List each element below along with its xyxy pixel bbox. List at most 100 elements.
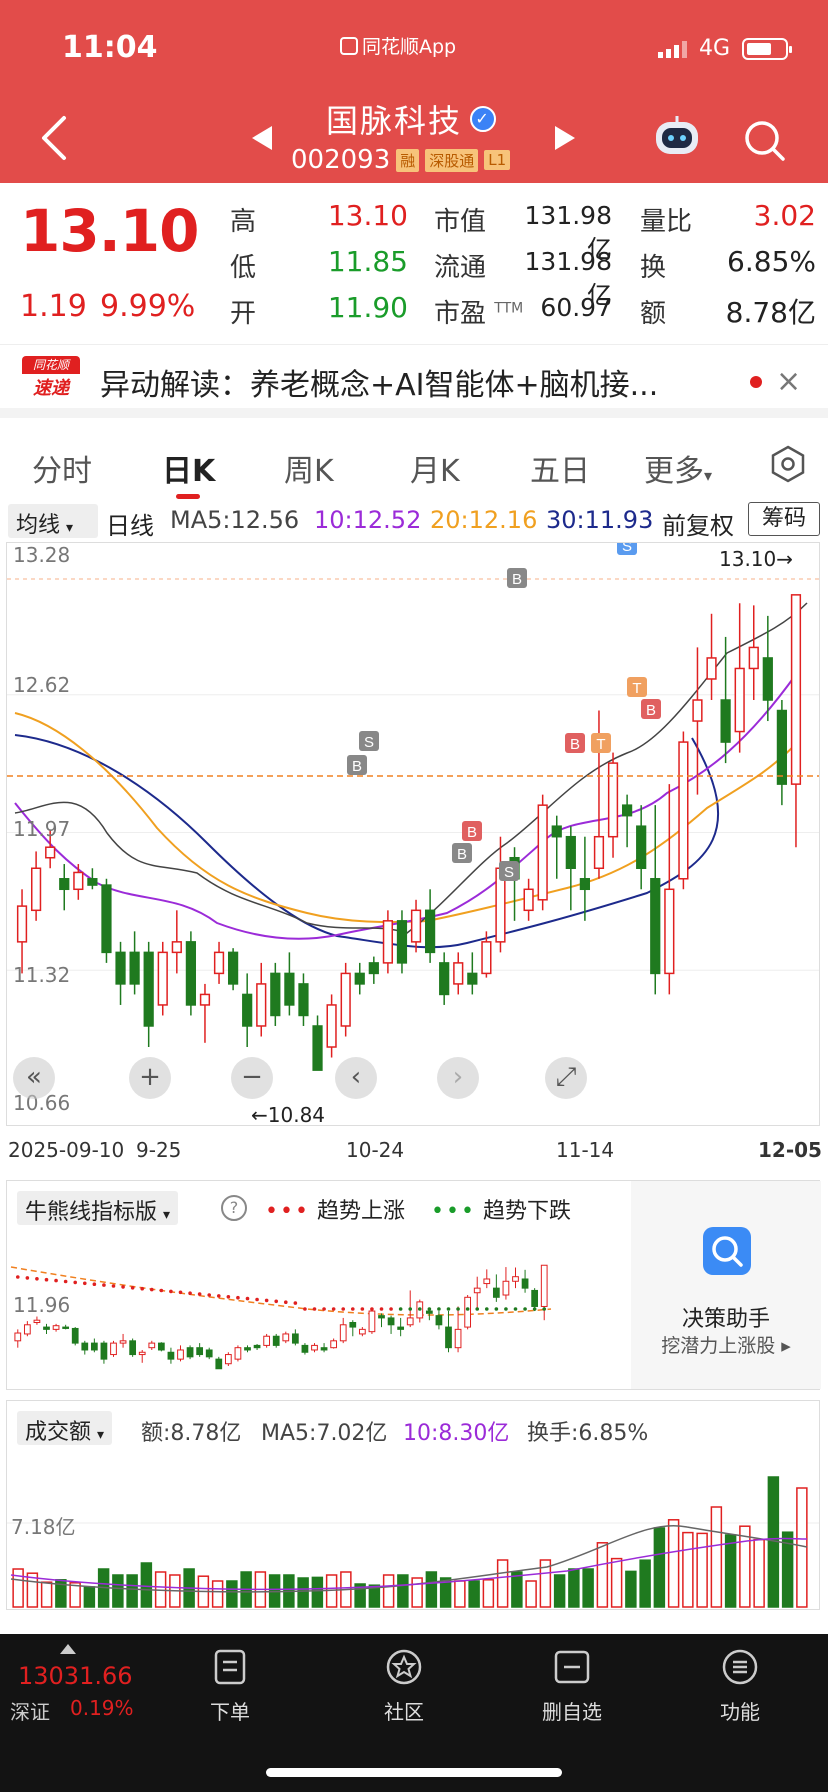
trend-dot	[293, 1301, 298, 1305]
home-indicator	[266, 1768, 562, 1777]
candle	[87, 878, 98, 886]
nav-functions[interactable]: 功能	[680, 1648, 800, 1725]
settings-icon[interactable]	[768, 444, 808, 484]
nav-remove-watchlist[interactable]: 删自选	[512, 1648, 632, 1725]
turnover-amount: 额:8.78亿	[141, 1421, 242, 1446]
collapse-left-icon[interactable]: «	[13, 1057, 55, 1099]
kline-chart[interactable]: B S S B B B S B T T B 13.28 12.62 11.97 …	[6, 535, 820, 1127]
status-app-label: 同花顺App	[340, 32, 456, 59]
tab-more[interactable]: 更多▾	[644, 446, 712, 490]
indicator-candle	[129, 1340, 137, 1356]
news-text[interactable]: 异动解读：养老概念+AI智能体+脑机接...	[100, 360, 658, 404]
candle	[30, 867, 42, 912]
scroll-right-icon[interactable]: ›	[437, 1057, 479, 1099]
svg-text:S: S	[364, 734, 374, 751]
scroll-left-icon[interactable]: ‹	[335, 1057, 377, 1099]
news-ticker[interactable]: 同花顺 速递 异动解读：养老概念+AI智能体+脑机接...	[0, 346, 828, 418]
status-app-text: 同花顺App	[362, 36, 457, 58]
adjust-label[interactable]: 前复权	[662, 506, 734, 541]
volume-bar	[126, 1574, 138, 1608]
indicator-candle	[320, 1347, 328, 1351]
turnover-panel[interactable]: 成交额 ▾ 额:8.78亿 MA5:7.02亿 10:8.30亿 换手:6.85%…	[6, 1400, 820, 1610]
menu-icon	[722, 1649, 758, 1685]
svg-text:B: B	[512, 571, 522, 588]
tab-five-day[interactable]: 五日	[530, 446, 590, 490]
indicator-candle	[311, 1344, 318, 1351]
help-icon[interactable]: ?	[221, 1195, 247, 1221]
volume-bar	[226, 1580, 238, 1608]
volume-bar	[411, 1577, 423, 1608]
fullscreen-icon[interactable]: ⤢	[545, 1057, 587, 1099]
decision-assistant-card[interactable]: 决策助手 挖潜力上涨股 ▸	[631, 1181, 821, 1389]
indicator-candle	[272, 1335, 280, 1346]
candle	[593, 835, 605, 870]
prev-stock-icon[interactable]	[250, 124, 274, 152]
volume-bar	[382, 1574, 395, 1608]
trend-dot	[360, 1307, 365, 1311]
zoom-in-icon[interactable]: +	[129, 1057, 171, 1099]
candle	[227, 951, 239, 985]
turnover-ma10: 10:8.30亿	[403, 1421, 510, 1446]
nav-order-label: 下单	[210, 1700, 250, 1724]
news-logo: 同花顺 速递	[22, 356, 80, 406]
indicator-y-tick: 11.96	[13, 1293, 71, 1317]
candle	[650, 878, 661, 975]
trend-dot	[178, 1290, 183, 1295]
indicator-svg	[10, 1264, 552, 1370]
search-icon[interactable]	[742, 118, 786, 162]
expand-up-icon[interactable]	[60, 1644, 76, 1654]
indicator-candle	[52, 1325, 60, 1330]
indicator-candle	[358, 1328, 366, 1335]
y-tick-2: 12.62	[13, 673, 71, 697]
status-time: 11:04	[62, 30, 158, 65]
trend-dot	[159, 1288, 164, 1293]
robot-assistant-icon[interactable]	[652, 116, 702, 158]
date-label-1: 2025-09-10	[8, 1138, 125, 1162]
candle	[481, 941, 492, 975]
candle	[692, 699, 703, 722]
chevron-down-icon: ▾	[66, 520, 74, 536]
back-icon[interactable]	[38, 112, 70, 164]
tab-monthly-k[interactable]: 月K	[410, 446, 460, 490]
zoom-out-icon[interactable]: −	[231, 1057, 273, 1099]
indicator-dropdown[interactable]: 牛熊线指标版 ▾	[17, 1191, 179, 1225]
tab-daily-k[interactable]: 日K	[162, 446, 215, 490]
ma-dropdown[interactable]: 均线 ▾	[8, 504, 98, 538]
indicator-candle	[253, 1344, 261, 1349]
candle	[256, 983, 267, 1027]
candle	[396, 920, 408, 964]
tab-weekly-k[interactable]: 周K	[284, 446, 334, 490]
svg-text:B: B	[570, 736, 580, 753]
volume-bar	[653, 1527, 666, 1608]
index-name: 深证	[10, 1700, 50, 1724]
candle	[410, 909, 422, 943]
next-stock-icon[interactable]	[553, 124, 577, 152]
assistant-search-icon	[703, 1227, 751, 1275]
nav-community[interactable]: 社区	[344, 1648, 464, 1725]
candle	[706, 657, 717, 680]
indicator-candle	[224, 1354, 232, 1365]
trend-dot	[73, 1280, 78, 1285]
volume-bar	[311, 1576, 324, 1608]
trend-dot	[341, 1307, 346, 1311]
order-icon	[214, 1649, 246, 1685]
trend-dot	[35, 1277, 39, 1281]
turnover-dropdown[interactable]: 成交额 ▾	[17, 1411, 113, 1445]
trend-dot	[44, 1277, 49, 1282]
tab-intraday[interactable]: 分时	[32, 446, 92, 490]
nav-order[interactable]: 下单	[170, 1648, 290, 1725]
trend-dot	[427, 1307, 432, 1311]
index-value[interactable]: 13031.66	[18, 1662, 133, 1690]
turnover-ma5: MA5:7.02亿	[261, 1421, 388, 1446]
current-price: 13.10	[20, 197, 199, 265]
unread-dot	[750, 376, 762, 388]
indicator-candle	[167, 1351, 175, 1360]
chevron-down-icon: ▾	[97, 1427, 105, 1443]
bottom-bar: 13031.66 深证 0.19% 下单 社区 删自选 功能	[0, 1634, 828, 1792]
pe-label: 市盈 TTM	[434, 293, 523, 330]
chips-button[interactable]: 筹码	[748, 502, 820, 536]
trend-dot	[121, 1285, 125, 1289]
indicator-candle	[291, 1333, 299, 1344]
bull-bear-indicator-panel[interactable]: 牛熊线指标版 ▾ ? ••• 趋势上涨 ••• 趋势下跌 11.96 决策助手 挖…	[6, 1180, 821, 1390]
close-icon[interactable]: ×	[776, 364, 801, 399]
